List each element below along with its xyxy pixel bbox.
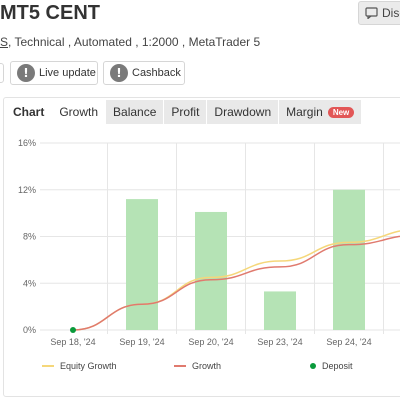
legend-growth[interactable]: Growth [174, 359, 221, 373]
page-title: MT5 CENT [0, 2, 100, 24]
subtitle-text: , Technical , Automated , 1:2000 , MetaT… [8, 35, 261, 49]
bar-2 [195, 211, 227, 330]
deposit-dot-swatch [310, 363, 316, 369]
subtitle-link[interactable]: S [0, 35, 8, 49]
tab-margin[interactable]: Margin New [279, 100, 363, 124]
tab-profit[interactable]: Profit [164, 100, 208, 124]
bar-3 [264, 291, 296, 330]
growth-line-swatch [174, 365, 186, 367]
growth-chart: 0% 4% 8% 12% 16% Sep 18, '24 Sep 19, '24 Sep 20… [18, 138, 400, 347]
bar-4 [333, 189, 365, 330]
equity-line-swatch [42, 365, 54, 367]
x-tick-label: Sep 20, '24 [188, 337, 233, 347]
comment-icon [365, 7, 378, 19]
bar-1 [126, 199, 158, 330]
account-subtitle: S, Technical , Automated , 1:2000 , Meta… [0, 35, 260, 49]
tab-chart[interactable]: Chart [6, 100, 53, 124]
tab-drawdown[interactable]: Drawdown [207, 100, 280, 124]
badge-partial[interactable] [0, 63, 4, 83]
live-update-label: Live update [39, 67, 96, 79]
y-tick-label: 16% [18, 138, 36, 148]
discuss-button[interactable]: Disc [358, 1, 400, 25]
y-tick-label: 0% [23, 325, 36, 335]
cashback-label: Cashback [132, 67, 181, 79]
x-tick-label: Sep 19, '24 [119, 337, 164, 347]
x-tick-label: Sep 24, '24 [326, 337, 371, 347]
tab-growth[interactable]: Growth [52, 100, 107, 124]
discuss-label: Disc [382, 6, 400, 20]
deposit-point [70, 327, 76, 333]
cashback-badge-content: ! Cashback [110, 63, 181, 83]
x-tick-label: Sep 18, '24 [50, 337, 95, 347]
info-icon: ! [110, 64, 128, 82]
new-badge: New [327, 106, 355, 118]
x-tick-label: Sep 23, '24 [257, 337, 302, 347]
tab-balance[interactable]: Balance [106, 100, 165, 124]
legend-growth-label: Growth [192, 361, 222, 371]
legend-deposit[interactable]: Deposit [310, 359, 353, 373]
live-update-badge-content: ! Live update [17, 63, 96, 83]
y-tick-label: 12% [18, 185, 36, 195]
info-icon: ! [17, 64, 35, 82]
y-tick-label: 4% [23, 278, 36, 288]
legend-deposit-label: Deposit [322, 361, 353, 371]
chart-tabs: Chart Growth Balance Profit Drawdown Mar… [6, 100, 363, 124]
legend-equity-label: Equity Growth [60, 361, 117, 371]
y-tick-label: 8% [23, 232, 36, 242]
legend-equity-growth[interactable]: Equity Growth [42, 359, 117, 373]
